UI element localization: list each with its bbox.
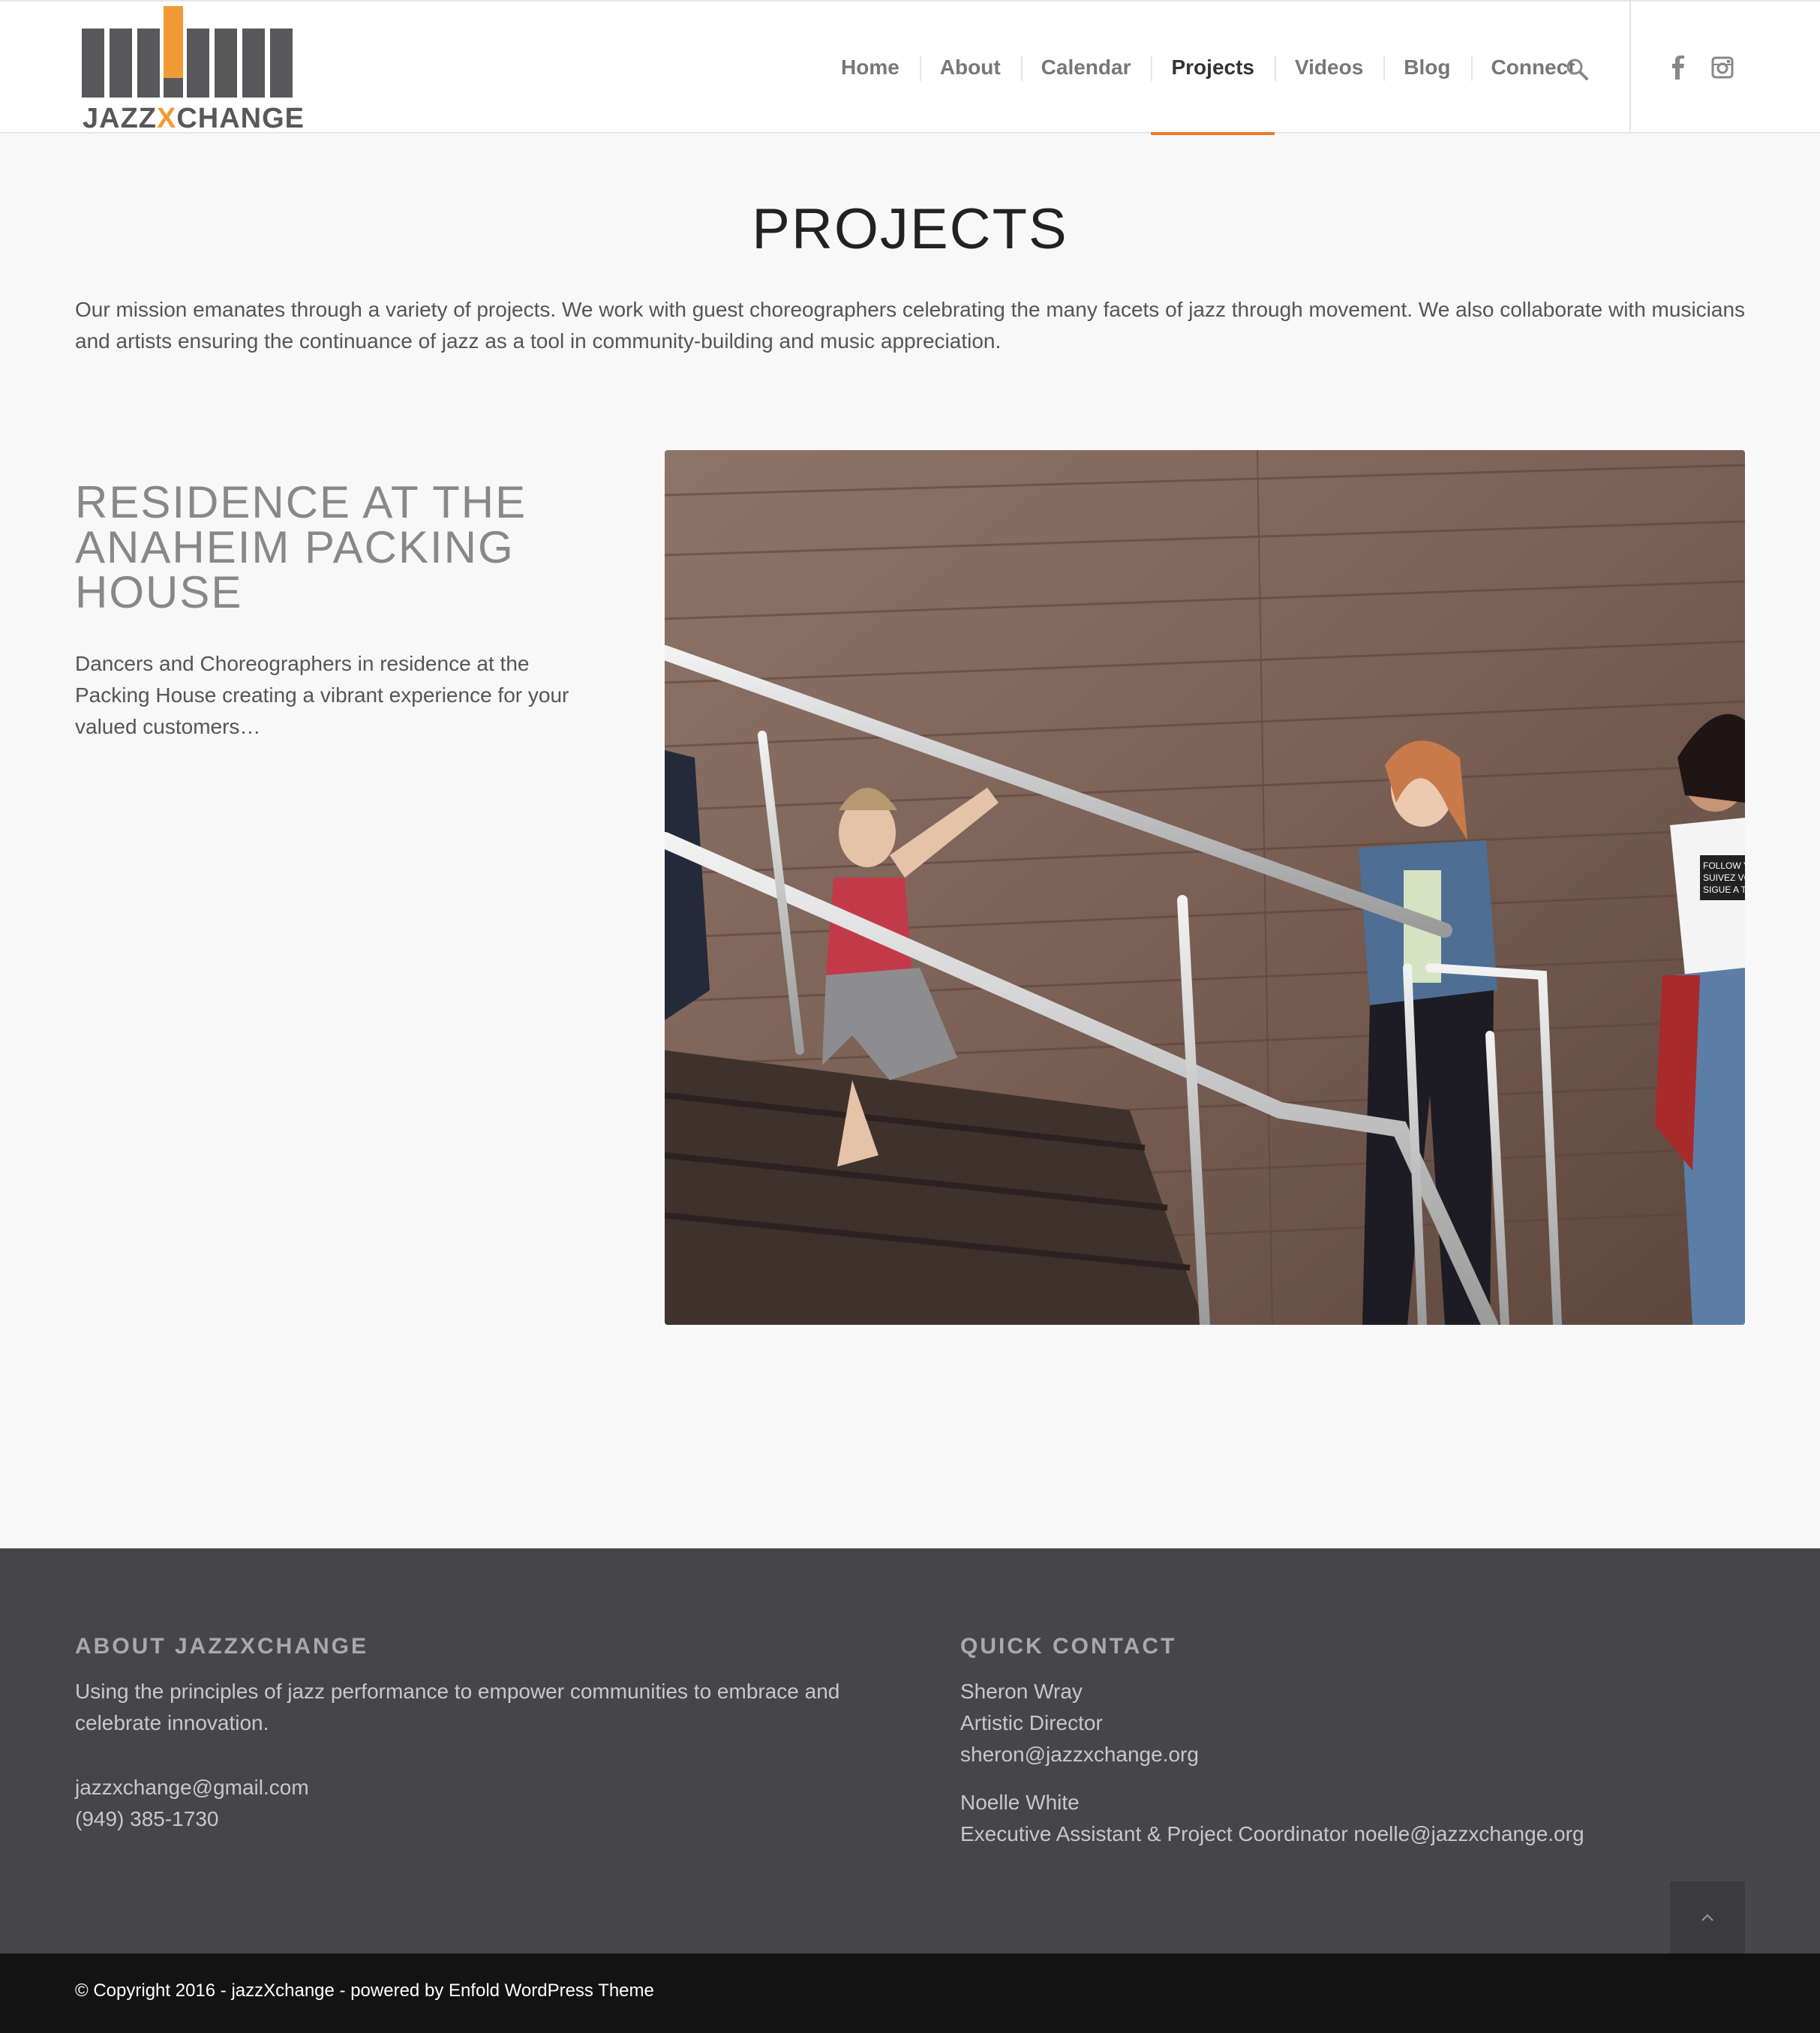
project-description: Dancers and Choreographers in residence …: [75, 652, 569, 738]
contact-person2-name: Noelle White: [960, 1791, 1080, 1814]
footer-about-text: Using the principles of jazz performance…: [75, 1676, 885, 1739]
project-title[interactable]: RESIDENCE AT THE ANAHEIM PACKING HOUSE: [75, 480, 600, 615]
footer-contact-heading: QUICK CONTACT: [960, 1634, 1177, 1659]
logo-text-jazz: JAZZ: [83, 103, 157, 134]
contact-person1-email[interactable]: sheron@jazzxchange.org: [960, 1739, 1199, 1770]
site-header: JAZZXCHANGE Home About Calendar Projects…: [0, 0, 1820, 135]
site-logo[interactable]: JAZZXCHANGE: [80, 6, 309, 134]
footer-socket: © Copyright 2016 - jazzXchange - powered…: [0, 1953, 1820, 2033]
page-title: PROJECTS: [752, 197, 1068, 261]
project-title-line: HOUSE: [75, 567, 243, 617]
nav-item-projects[interactable]: Projects: [1151, 2, 1275, 135]
search-icon[interactable]: [1563, 56, 1590, 83]
shirt-text: SUIVEZ VOTRE: [1703, 872, 1745, 883]
project-title-line: RESIDENCE AT THE: [75, 477, 527, 527]
header-divider: [1629, 2, 1631, 134]
facebook-icon[interactable]: [1664, 54, 1691, 81]
svg-text:JAZZXCHANGE: JAZZXCHANGE: [83, 103, 305, 134]
footer-about-phone[interactable]: (949) 385-1730: [75, 1803, 218, 1835]
project-title-line: ANAHEIM PACKING: [75, 522, 515, 572]
logo-text-x: X: [157, 103, 176, 134]
instagram-icon[interactable]: [1709, 54, 1736, 81]
logo-graphic: JAZZXCHANGE: [82, 6, 305, 134]
nav-item-home[interactable]: Home: [821, 2, 920, 134]
nav-item-videos[interactable]: Videos: [1274, 2, 1383, 134]
logo-text-change: CHANGE: [176, 103, 305, 134]
chevron-up-icon: [1701, 1914, 1713, 1921]
shirt-text: SIGUE A TU C: [1703, 884, 1745, 895]
site-footer: ABOUT JAZZXCHANGE Using the principles o…: [0, 1548, 1820, 1953]
copyright-text: © Copyright 2016 - jazzXchange - powered…: [75, 1980, 654, 2001]
footer-about-email[interactable]: jazzxchange@gmail.com: [75, 1772, 309, 1803]
nav-item-blog[interactable]: Blog: [1383, 2, 1470, 134]
shirt-text: FOLLOW YOUR: [1703, 860, 1745, 871]
footer-about-heading: ABOUT JAZZXCHANGE: [75, 1634, 369, 1659]
nav-item-about[interactable]: About: [919, 2, 1021, 134]
contact-person2-role-email[interactable]: Executive Assistant & Project Coordinato…: [960, 1818, 1584, 1850]
project-photo[interactable]: FOLLOW YOUR SUIVEZ VOTRE SIGUE A TU C: [665, 450, 1745, 1325]
nav-item-calendar[interactable]: Calendar: [1020, 2, 1152, 134]
main-nav: Home About Calendar Projects Videos Blog…: [821, 2, 1596, 135]
contact-person1-role: Artistic Director: [960, 1711, 1103, 1734]
contact-person1-name: Sheron Wray: [960, 1680, 1083, 1703]
mission-text: Our mission emanates through a variety o…: [75, 298, 1746, 353]
footer-about-line: celebrate innovation.: [75, 1711, 269, 1734]
footer-about-line: Using the principles of jazz performance…: [75, 1680, 840, 1703]
scroll-top-button[interactable]: [1670, 1881, 1745, 1953]
